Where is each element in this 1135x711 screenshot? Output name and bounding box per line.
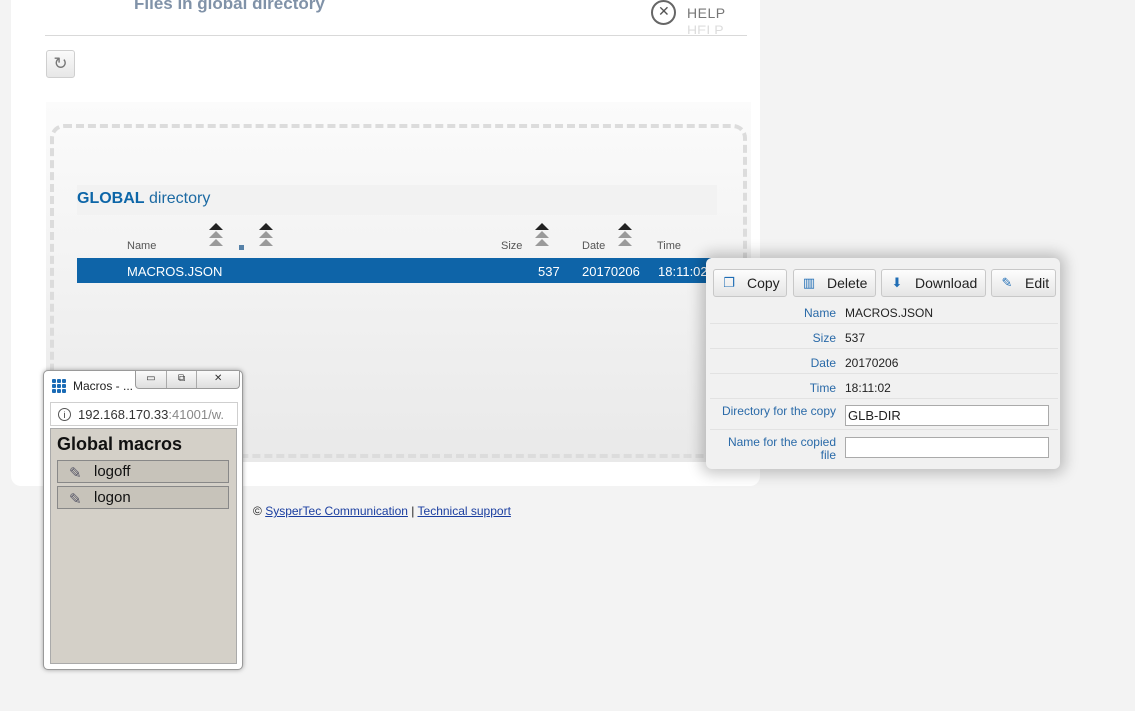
popup-content: Global macros ✎ logoff ✎ logon [50,428,237,664]
macros-popup-window: Macros - ... ▭ ⧉ ✕ i 192.168.170.33:41001… [43,370,243,670]
copy-button[interactable]: ❐ Copy [713,269,787,297]
url-path: :41001/w. [168,407,225,422]
date-label: Date [810,356,836,370]
sort-indicator [239,245,244,250]
sort-ext-icon[interactable] [259,223,273,247]
column-header-name[interactable]: Name [127,240,156,252]
macro-button-logon[interactable]: ✎ logon [57,486,229,509]
table-row[interactable]: MACROS.JSON 537 20170206 18:11:02 [77,258,711,283]
sort-size-icon[interactable] [535,223,549,247]
page-title: Files in global directory [134,0,325,13]
detail-row-size: Size 537 [710,324,1058,349]
name-value: MACROS.JSON [845,306,934,320]
delete-button[interactable]: ▥ Delete [793,269,876,297]
refresh-button[interactable]: ↻ [46,50,75,78]
download-button[interactable]: ⬇ Download [881,269,986,297]
pencil-icon: ✎ [69,465,82,482]
address-bar[interactable]: i 192.168.170.33:41001/w. [50,402,238,426]
name-label: Name [803,306,836,320]
macro-label: logon [94,489,131,506]
copy-directory-input[interactable]: GLB-DIR [845,405,1049,426]
copy-name-label: Name for the copied file [727,435,836,462]
edit-button[interactable]: ✎ Edit [991,269,1056,297]
time-label: Time [809,381,836,395]
help-label: HELP [687,4,726,21]
refresh-icon: ↻ [53,54,68,73]
info-icon[interactable]: i [58,408,71,421]
macro-button-logoff[interactable]: ✎ logoff [57,460,229,483]
file-name: MACROS.JSON [127,264,223,279]
directory-suffix: directory [149,190,211,207]
edit-label: Edit [1025,275,1050,291]
detail-row-name: Name MACROS.JSON [710,299,1058,324]
download-label: Download [915,275,978,291]
time-value: 18:11:02 [845,381,891,395]
footer-separator: | [411,504,415,518]
directory-name: GLOBAL [77,190,145,207]
file-size: 537 [538,264,560,279]
delete-label: Delete [827,275,868,291]
pencil-icon: ✎ [69,491,82,508]
copy-label: Copy [747,275,780,291]
date-value: 20170206 [845,356,899,370]
minimize-icon[interactable]: ▭ [136,371,167,388]
popup-window-title: Macros - ... [73,379,134,393]
column-header-date[interactable]: Date [582,240,605,252]
app-logo-icon [52,379,66,393]
copy-icon: ❐ [723,275,735,290]
directory-header: GLOBAL directory [77,185,717,215]
title-divider [45,35,747,36]
sort-name-icon[interactable] [209,223,223,247]
company-link[interactable]: SysperTec Communication [265,504,408,518]
sort-date-icon[interactable] [618,223,632,247]
copy-dir-label: Directory for the copy [721,404,836,418]
close-icon[interactable]: ✕ [197,371,239,388]
restore-icon[interactable]: ⧉ [167,371,198,388]
copyright-symbol: © [253,504,262,518]
footer: © SysperTec Communication | Technical su… [253,504,511,518]
size-value: 537 [845,331,866,345]
column-header-time[interactable]: Time [657,240,681,252]
trash-icon: ▥ [802,275,816,290]
size-label: Size [812,331,836,345]
support-link[interactable]: Technical support [418,504,511,518]
window-controls: ▭ ⧉ ✕ [135,371,240,389]
detail-row-time: Time 18:11:02 [710,374,1058,399]
edit-icon: ✎ [1001,275,1013,290]
macro-label: logoff [94,463,131,480]
file-time: 18:11:02 [658,264,708,279]
download-icon: ⬇ [891,275,903,290]
file-date: 20170206 [582,264,640,279]
help-reflection: HELP [687,22,724,34]
popup-heading: Global macros [57,434,183,454]
detail-row-date: Date 20170206 [710,349,1058,374]
copy-name-input[interactable] [845,437,1049,458]
file-details-panel: ❐ Copy ▥ Delete ⬇ Download ✎ Edit Name MACRO… [706,258,1060,469]
url-host: 192.168.170.33 [78,407,169,422]
column-header-size[interactable]: Size [501,240,522,252]
